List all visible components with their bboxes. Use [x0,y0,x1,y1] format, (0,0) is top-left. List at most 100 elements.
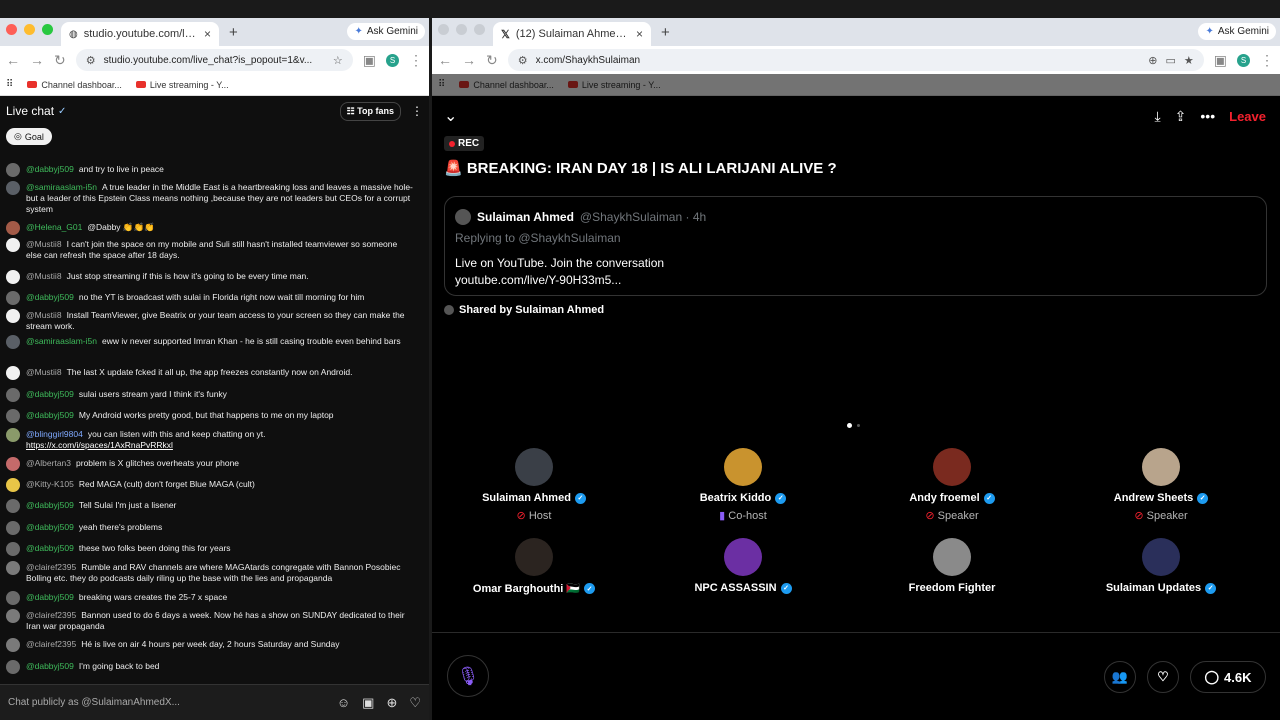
chat-author[interactable]: @clairef2395 [26,562,76,572]
avatar[interactable] [6,388,20,402]
bookmark-star-icon[interactable]: ★ [1184,54,1194,67]
speaker[interactable]: Sulaiman Ahmed ✓ ⊘ Host [444,448,624,522]
chat-input[interactable]: Chat publicly as @SulaimanAhmedX... [8,697,325,708]
super-chat-icon[interactable]: ▣ [362,695,374,711]
profile-avatar[interactable]: S [386,53,399,67]
chat-author[interactable]: @dabbyj509 [26,292,74,302]
speaker[interactable]: NPC ASSASSIN ✓ [653,538,833,594]
minimize-window-button[interactable] [24,23,35,35]
avatar[interactable] [6,428,20,442]
zoom-window-button[interactable] [474,23,485,35]
leave-button[interactable]: Leave [1229,109,1266,124]
share-icon[interactable]: ⇪ [1175,108,1187,125]
speaker-avatar[interactable] [933,448,971,486]
ask-gemini-button[interactable]: ✦ Ask Gemini [1198,23,1276,40]
avatar[interactable] [6,291,20,305]
zoom-icon[interactable]: ⊕ [1148,54,1157,67]
profile-avatar[interactable]: S [1237,53,1250,67]
chat-author[interactable]: @Helena_G01 [26,222,82,232]
url-field[interactable]: ⚙ studio.youtube.com/live_chat?is_popout… [75,49,353,71]
close-tab-icon[interactable]: × [636,27,643,41]
chat-author[interactable]: @dabbyj509 [26,164,74,174]
speaker[interactable]: Beatrix Kiddo ✓ ▮ Co-host [653,448,833,522]
avatar[interactable] [6,457,20,471]
chat-author[interactable]: @Mustii8 [26,367,62,377]
speaker-avatar[interactable] [515,538,553,576]
bookmark-channel-dashboard[interactable]: Channel dashboar... [27,80,122,90]
site-info-icon[interactable]: ⚙ [86,54,96,67]
chat-mode-chevron-icon[interactable]: ✓ [58,106,66,117]
chat-author[interactable]: @samiraaslam-i5n [26,182,97,192]
avatar[interactable] [6,409,20,423]
new-tab-button[interactable]: + [651,24,680,46]
pager-dot-active[interactable] [847,423,852,428]
chat-author[interactable]: @clairef2395 [26,639,76,649]
react-button[interactable]: ♡ [1147,661,1179,693]
bookmark-live-streaming[interactable]: Live streaming - Y... [135,80,229,90]
apps-icon[interactable]: ⠿ [438,79,445,90]
emoji-icon[interactable]: ☺ [337,695,350,710]
chat-author[interactable]: @Mustii8 [26,271,62,281]
back-icon[interactable]: ← [438,52,452,68]
chat-author[interactable]: @dabbyj509 [26,543,74,553]
chat-author[interactable]: @Albertan3 [26,458,71,468]
menu-icon[interactable]: ⋮ [409,52,423,69]
back-icon[interactable]: ← [6,52,20,68]
apps-icon[interactable]: ⠿ [6,79,13,90]
install-icon[interactable]: ▭ [1165,54,1175,67]
chat-author[interactable]: @clairef2395 [26,610,76,620]
chat-more-icon[interactable]: ⋮ [411,104,423,118]
reload-icon[interactable]: ↻ [54,52,66,69]
speaker-avatar[interactable] [1142,538,1180,576]
chat-author[interactable]: @dabbyj509 [26,389,74,399]
avatar[interactable] [6,638,20,652]
chat-author[interactable]: @dabbyj509 [26,592,74,602]
people-button[interactable]: 👥 [1104,661,1136,693]
url-field[interactable]: ⚙ x.com/ShaykhSulaiman ⊕ ▭ ★ [507,49,1204,71]
chat-author[interactable]: @Mustii8 [26,239,62,249]
bookmark-star-icon[interactable]: ☆ [333,54,343,67]
post-link[interactable]: youtube.com/live/Y-90H33m5... [455,272,1256,289]
collapse-chevron-icon[interactable]: ⌄ [444,106,1140,126]
avatar[interactable] [6,591,20,605]
add-icon[interactable]: ⊕ [386,695,397,711]
avatar[interactable] [6,660,20,674]
speaker[interactable]: Omar Barghouthi 🇵🇸 ✓ [444,538,624,595]
avatar[interactable] [6,499,20,513]
more-icon[interactable]: ••• [1200,108,1215,124]
avatar[interactable] [6,309,20,323]
speaker[interactable]: Sulaiman Updates ✓ [1071,538,1251,594]
reload-icon[interactable]: ↻ [486,52,498,69]
avatar[interactable] [6,270,20,284]
close-window-button[interactable] [438,23,449,35]
chat-author[interactable]: @dabbyj509 [26,410,74,420]
bookmark-channel-dashboard[interactable]: Channel dashboar... [459,80,554,90]
chat-author[interactable]: @dabbyj509 [26,522,74,532]
forward-icon[interactable]: → [462,52,476,68]
new-tab-button[interactable]: + [219,24,248,46]
close-window-button[interactable] [6,23,17,35]
zoom-window-button[interactable] [42,23,53,35]
avatar[interactable] [6,478,20,492]
pinned-post-card[interactable]: Sulaiman Ahmed @ShaykhSulaiman · 4h Repl… [444,196,1267,296]
avatar[interactable] [6,163,20,177]
avatar[interactable] [6,521,20,535]
pager-dot[interactable] [857,424,860,427]
heart-icon[interactable]: ♡ [409,695,421,711]
chat-link[interactable]: https://x.com/i/spaces/1AxRnaPvRRkxl [26,440,173,450]
tab-search-icon[interactable]: ▣ [1214,52,1227,69]
ask-gemini-button[interactable]: ✦ Ask Gemini [347,23,425,40]
avatar[interactable] [6,238,20,252]
chat-author[interactable]: @dabbyj509 [26,500,74,510]
speaker[interactable]: Freedom Fighter [862,538,1042,594]
chat-author[interactable]: @samiraaslam-i5n [26,336,97,346]
close-tab-icon[interactable]: × [204,27,211,41]
chat-author[interactable]: @Kitty-K105 [26,479,74,489]
goal-chip[interactable]: ◎ Goal [6,128,52,145]
speaker-avatar[interactable] [933,538,971,576]
bookmark-live-streaming[interactable]: Live streaming - Y... [567,80,661,90]
avatar[interactable] [6,221,20,235]
minimize-window-button[interactable] [456,23,467,35]
chat-author[interactable]: @Mustii8 [26,310,62,320]
chat-author[interactable]: @blinggirl9804 [26,429,83,439]
